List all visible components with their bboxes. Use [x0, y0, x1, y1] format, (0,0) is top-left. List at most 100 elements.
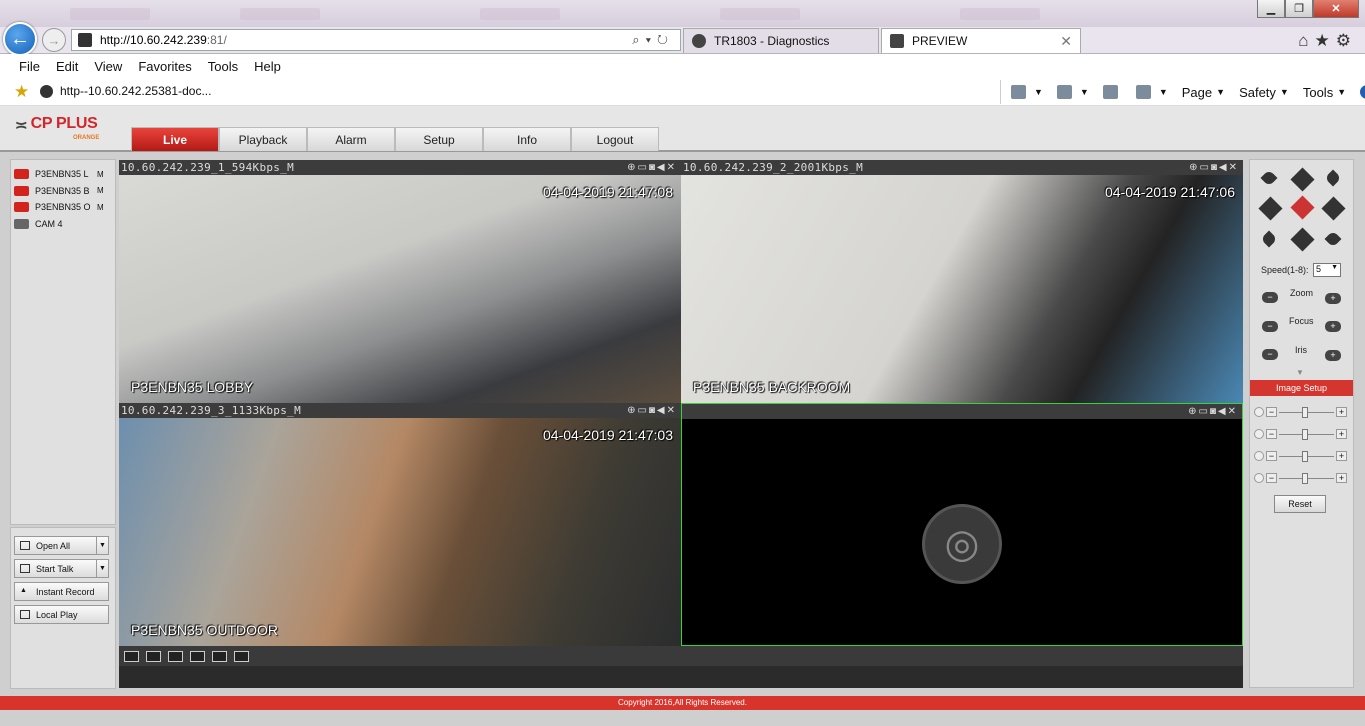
chevron-down-icon[interactable]: ▼ [96, 537, 108, 554]
layout-wide-icon[interactable] [190, 650, 205, 662]
help-command[interactable]: ▼ [1360, 85, 1365, 99]
pane-controls-icon[interactable]: ⊕▭◙◀✕ [627, 160, 677, 175]
logo-subtext: ORANGE [73, 135, 100, 141]
focus-label: Focus [1289, 316, 1314, 326]
reset-button[interactable]: Reset [1274, 495, 1326, 513]
focus-far-button[interactable]: + [1325, 321, 1341, 332]
ptz-center-icon[interactable] [1290, 195, 1315, 220]
url-port: :81/ [206, 33, 227, 47]
zoom-in-button[interactable]: + [1325, 293, 1341, 304]
camera-item[interactable]: P3ENBN35 L M [11, 166, 115, 183]
pane-controls-icon[interactable]: ⊕▭◙◀✕ [627, 403, 677, 418]
address-bar[interactable]: http://10.60.242.239:81/ ⌕▾↻ [71, 29, 681, 51]
layout-single-icon[interactable] [212, 650, 227, 662]
open-all-label: Open All [36, 540, 71, 551]
video-feed [119, 175, 681, 403]
iris-open-button[interactable]: + [1325, 350, 1341, 361]
tools-command[interactable]: Tools ▼ [1303, 85, 1346, 100]
menu-help[interactable]: Help [254, 59, 281, 74]
nav-alarm[interactable]: Alarm [307, 127, 395, 151]
home-command[interactable]: ▼ [1011, 85, 1043, 99]
brightness-icon [1254, 407, 1264, 417]
nav-live[interactable]: Live [131, 127, 219, 151]
ptz-right-icon[interactable] [1321, 196, 1346, 221]
menu-edit[interactable]: Edit [56, 59, 78, 74]
nav-playback[interactable]: Playback [219, 127, 307, 151]
pane-camera-label: P3ENBN35 BACKROOM [693, 379, 851, 395]
contrast-slider[interactable]: − + [1254, 429, 1348, 441]
zoom-out-button[interactable]: − [1262, 292, 1278, 303]
nav-info[interactable]: Info [483, 127, 571, 151]
favorites-bar: ★ http--10.60.242.25381-doc... ▼ ▼ ▼ Pag… [0, 78, 1365, 106]
ptz-left-icon[interactable] [1258, 196, 1283, 221]
page-command[interactable]: Page ▼ [1182, 85, 1225, 100]
back-button[interactable]: ← [3, 22, 37, 56]
ptz-down-right-icon[interactable] [1324, 230, 1342, 248]
menu-tools[interactable]: Tools [208, 59, 238, 74]
ptz-down-left-icon[interactable] [1260, 230, 1278, 248]
ptz-up-right-icon[interactable] [1324, 169, 1342, 187]
ptz-down-icon[interactable] [1290, 227, 1315, 252]
address-controls-icon[interactable]: ⌕▾↻ [632, 32, 674, 48]
tab-label: PREVIEW [912, 34, 968, 48]
tools-command-label: Tools [1302, 84, 1334, 100]
mail-command[interactable] [1102, 85, 1122, 99]
nav-logout[interactable]: Logout [571, 127, 659, 151]
menu-view[interactable]: View [94, 59, 122, 74]
iris-close-button[interactable]: − [1262, 349, 1278, 360]
layout-4-icon[interactable] [146, 650, 161, 662]
mail-icon [1102, 85, 1118, 99]
video-pane-backroom[interactable]: 10.60.242.239_2_2001Kbps_M ⊕▭◙◀✕ 04-04-2… [681, 160, 1243, 403]
pane-controls-icon[interactable]: ⊕▭◙◀✕ [1189, 160, 1239, 175]
home-icon [1011, 85, 1026, 99]
safety-command[interactable]: Safety ▼ [1239, 85, 1289, 100]
menu-file[interactable]: File [19, 59, 40, 74]
open-all-button[interactable]: Open All ▼ [14, 536, 109, 555]
collapse-arrow-icon[interactable]: ▼ [1296, 368, 1304, 377]
menu-favorites[interactable]: Favorites [138, 59, 191, 74]
site-icon [78, 33, 92, 47]
camera-item[interactable]: P3ENBN35 O M [11, 199, 115, 216]
start-talk-label: Start Talk [36, 563, 74, 574]
nav-setup[interactable]: Setup [395, 127, 483, 151]
favorite-link[interactable]: http--10.60.242.25381-doc... [40, 84, 211, 98]
pane-controls-icon[interactable]: ⊕▭◙◀✕ [1188, 404, 1238, 419]
saturation-slider[interactable]: − + [1254, 451, 1348, 463]
tab-preview[interactable]: PREVIEW ✕ [881, 28, 1081, 53]
print-command[interactable]: ▼ [1135, 85, 1168, 99]
start-talk-button[interactable]: Start Talk ▼ [14, 559, 109, 578]
hue-slider[interactable]: − + [1254, 473, 1348, 485]
contrast-icon [1254, 429, 1264, 439]
chevron-down-icon[interactable]: ▼ [96, 560, 108, 577]
camera-stream-mark: M [97, 186, 104, 196]
minimize-button[interactable]: ▁ [1257, 0, 1285, 18]
background-tab-ghost [480, 8, 560, 20]
layout-1-icon[interactable] [124, 650, 139, 662]
feeds-command[interactable]: ▼ [1056, 85, 1089, 99]
tab-close-icon[interactable]: ✕ [1060, 33, 1072, 50]
camera-item[interactable]: P3ENBN35 B M [11, 183, 115, 200]
instant-record-button[interactable]: ▲ Instant Record [14, 582, 109, 601]
video-pane-outdoor[interactable]: 10.60.242.239_3_1133Kbps_M ⊕▭◙◀✕ 04-04-2… [119, 403, 681, 646]
main-nav: Live Playback Alarm Setup Info Logout [131, 127, 659, 151]
camera-item[interactable]: CAM 4 [11, 216, 115, 233]
brightness-slider[interactable]: − + [1254, 407, 1348, 419]
camera-list: P3ENBN35 L M P3ENBN35 B M P3ENBN35 O M CAM … [10, 159, 116, 525]
video-pane-lobby[interactable]: 10.60.242.239_1_594Kbps_M ⊕▭◙◀✕ 04-04-20… [119, 160, 681, 403]
speed-select[interactable]: 5 ▼ [1313, 263, 1341, 277]
fullscreen-icon[interactable] [168, 650, 183, 662]
ptz-up-left-icon[interactable] [1260, 169, 1278, 187]
browser-home-star-gear-icons[interactable]: ⌂★⚙ [1298, 31, 1357, 51]
maximize-button[interactable]: ❐ [1285, 0, 1313, 18]
layout-grid-icon[interactable] [234, 650, 249, 662]
video-pane-empty[interactable]: ⊕▭◙◀✕ ◎ [681, 403, 1243, 646]
close-window-button[interactable]: ✕ [1313, 0, 1359, 18]
ptz-up-icon[interactable] [1290, 167, 1315, 192]
local-play-button[interactable]: Local Play [14, 605, 109, 624]
tab-diagnostics[interactable]: TR1803 - Diagnostics [683, 28, 879, 53]
forward-button[interactable]: → [42, 28, 66, 52]
copyright-footer: Copyright 2016,All Rights Reserved. [0, 696, 1365, 710]
focus-near-button[interactable]: − [1262, 321, 1278, 332]
favorites-star-icon[interactable]: ★ [14, 82, 29, 102]
background-tab-ghost [720, 8, 800, 20]
